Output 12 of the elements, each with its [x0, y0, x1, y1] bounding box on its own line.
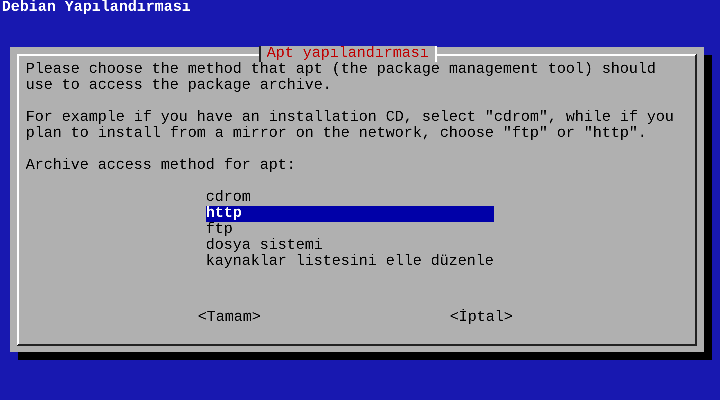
prompt-text: Archive access method for apt:	[26, 158, 298, 174]
list-option[interactable]: cdrom	[206, 190, 494, 206]
list-option[interactable]: dosya sistemi	[206, 238, 494, 254]
description-text: For example if you have an installation CD, select "cdrom", while if you plan to install from a mirror on the network, choose "ftp" or "http".	[26, 110, 676, 142]
description-text: Please choose the method that apt (the package management tool) should use to access the package archive.	[26, 62, 658, 94]
dialog-button[interactable]: <Tamam>	[198, 310, 262, 326]
list-option[interactable]: kaynaklar listesini elle düzenle	[206, 254, 494, 270]
list-option[interactable]: http	[206, 206, 494, 222]
dialog-button[interactable]: <İptal>	[450, 310, 514, 326]
list-option[interactable]: ftp	[206, 222, 494, 238]
dialog-title: Apt yapılandırması	[259, 46, 438, 62]
screen-title: Debian Yapılandırması	[1, 0, 192, 16]
